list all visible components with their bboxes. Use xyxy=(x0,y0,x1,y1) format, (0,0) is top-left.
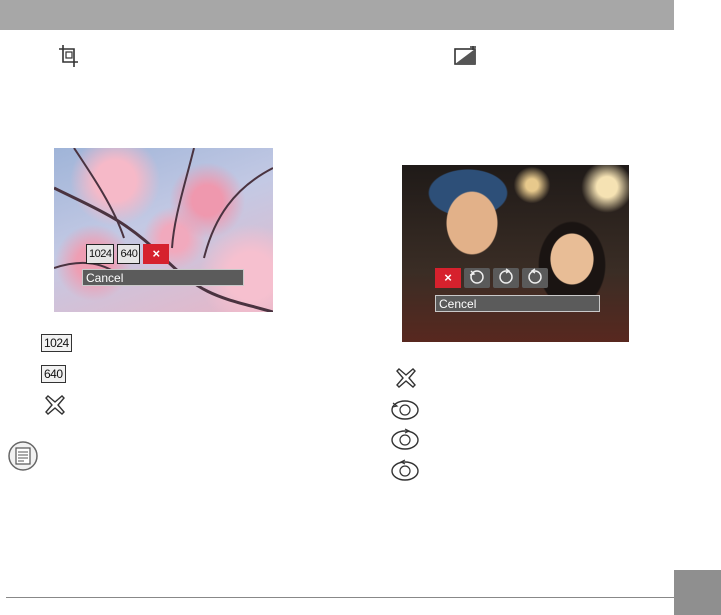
rotate-options: × xyxy=(435,267,548,289)
exposure-correction-icon xyxy=(454,46,478,66)
rotate-icon xyxy=(526,267,544,289)
rotate-option-3[interactable] xyxy=(522,267,548,289)
size-1024-button[interactable]: 1024 xyxy=(86,244,115,264)
cherry-blossom-photo: 1024 640 × Cancel xyxy=(54,148,273,312)
branches-drawing xyxy=(54,148,273,312)
size-640-button[interactable]: 640 xyxy=(117,244,141,264)
rotate-icon xyxy=(468,268,486,289)
status-bar: Cancel xyxy=(82,269,244,286)
crop-icon xyxy=(58,44,80,68)
rotate-option-2[interactable] xyxy=(493,267,519,289)
rotate-option-1[interactable] xyxy=(464,268,490,288)
footer-rule xyxy=(6,597,674,598)
status-bar: Cencel xyxy=(435,295,600,312)
rotate-icon xyxy=(390,398,420,420)
two-people-photo: × Cencel xyxy=(402,165,629,342)
rotate-icon xyxy=(390,428,420,450)
rotate-icon xyxy=(497,267,515,289)
header-bar xyxy=(0,0,674,30)
cancel-button[interactable]: × xyxy=(435,268,461,288)
memo-note-icon xyxy=(7,440,39,472)
cancel-button[interactable]: × xyxy=(143,244,170,264)
legend-item-1024: 1024 xyxy=(41,334,72,352)
legend-item-640: 640 xyxy=(41,365,66,383)
size-1024-icon: 1024 xyxy=(41,334,72,352)
rotate-icon xyxy=(390,459,420,481)
resize-options: 1024 640 × xyxy=(86,244,170,264)
cancel-x-icon xyxy=(395,367,417,389)
size-640-icon: 640 xyxy=(41,365,66,383)
page-tab xyxy=(674,570,721,615)
cancel-x-icon xyxy=(44,394,66,416)
